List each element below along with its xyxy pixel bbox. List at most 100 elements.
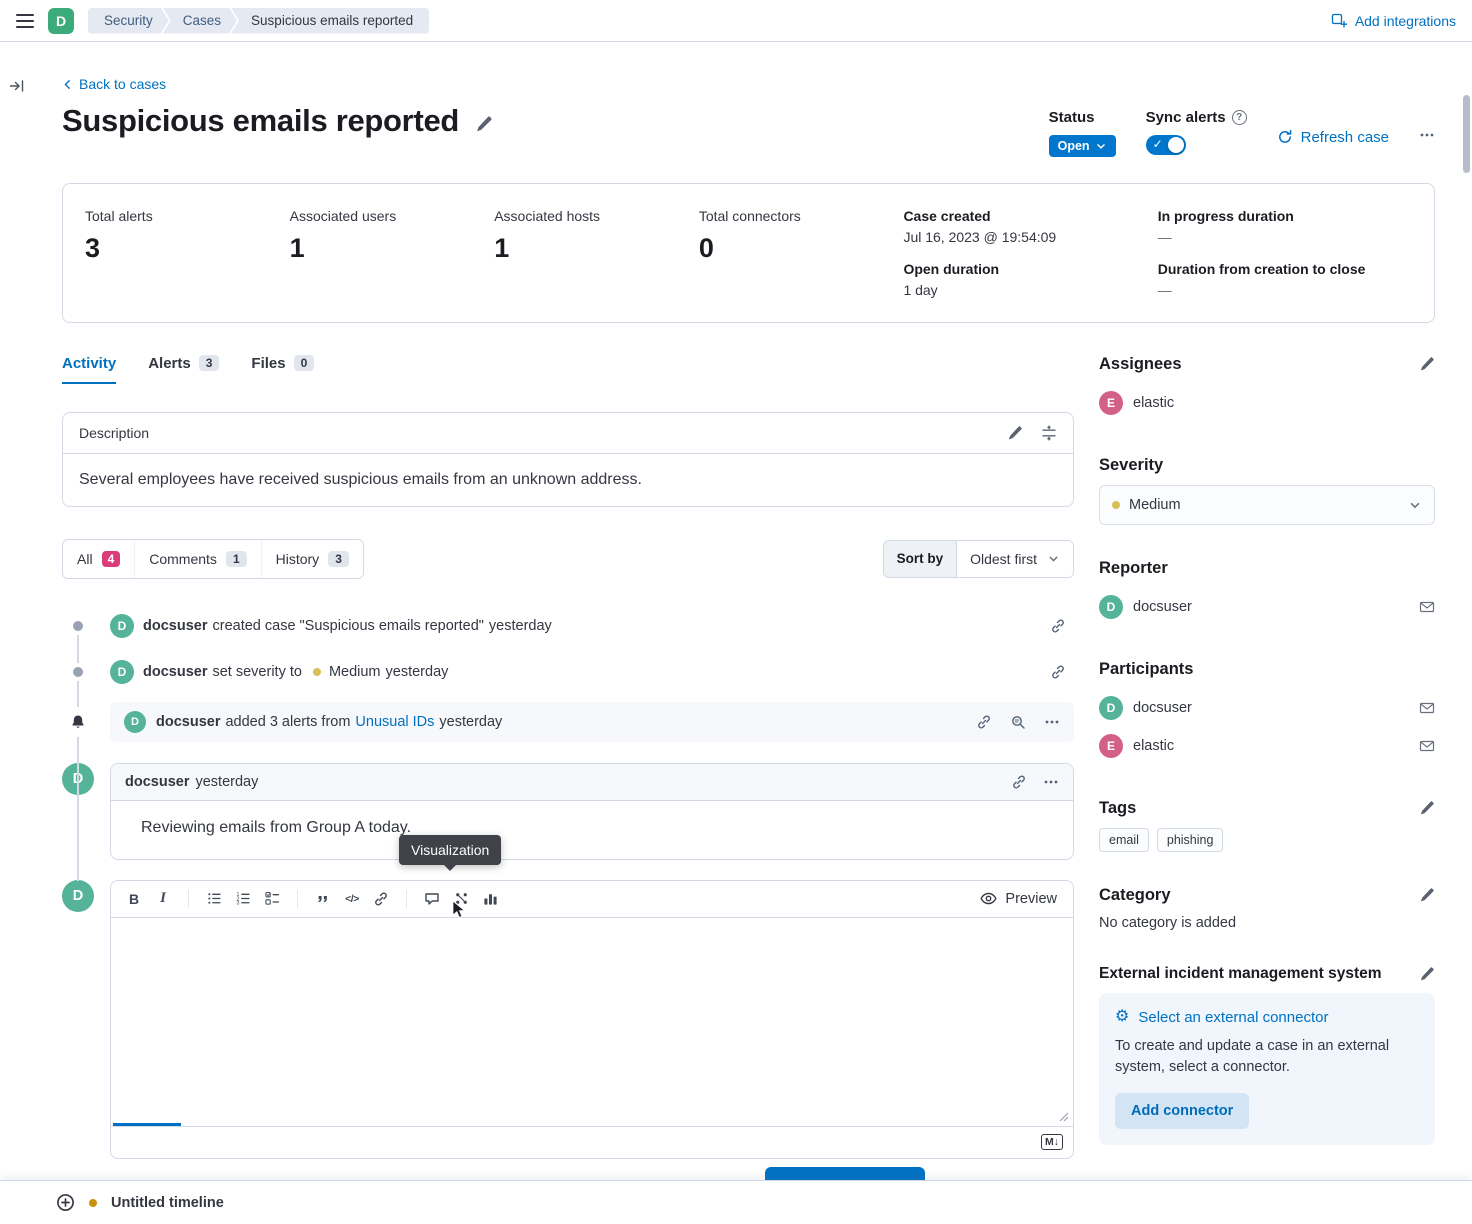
- expand-sidebar-icon[interactable]: [9, 78, 25, 1180]
- participant-row: D docsuser: [1099, 689, 1435, 727]
- copy-link-icon[interactable]: [976, 714, 992, 730]
- connector-panel: ⚙ Select an external connector To create…: [1099, 993, 1435, 1146]
- svg-text:3: 3: [236, 901, 239, 906]
- code-icon[interactable]: [339, 886, 365, 912]
- case-actions-menu-icon[interactable]: [1419, 127, 1435, 143]
- editor-toolbar: 123: [111, 881, 1073, 918]
- task-list-icon[interactable]: [259, 886, 285, 912]
- edit-tags-icon[interactable]: [1419, 800, 1435, 816]
- italic-icon[interactable]: [150, 886, 176, 912]
- tags-section: Tags email phishing: [1099, 799, 1435, 852]
- quote-icon[interactable]: [310, 886, 336, 912]
- investigate-in-timeline-icon[interactable]: [1010, 714, 1026, 730]
- edit-connector-icon[interactable]: [1419, 966, 1435, 982]
- sort-order-select[interactable]: Oldest first: [957, 541, 1073, 577]
- untitled-timeline-label[interactable]: Untitled timeline: [111, 1195, 224, 1211]
- space-avatar[interactable]: D: [48, 8, 74, 34]
- external-incident-title: External incident management system: [1099, 965, 1382, 983]
- stat-associated-hosts: Associated hosts 1: [494, 208, 699, 298]
- comment-input[interactable]: [111, 918, 1073, 1126]
- stat-total-alerts: Total alerts 3: [85, 208, 290, 298]
- insert-timeline-icon[interactable]: [419, 886, 445, 912]
- avatar: D: [110, 660, 134, 684]
- alert-actions-menu-icon[interactable]: [1044, 714, 1060, 730]
- severity-medium-dot: [313, 668, 321, 676]
- avatar: E: [1099, 391, 1123, 415]
- breadcrumb-cases[interactable]: Cases: [163, 8, 237, 34]
- severity-section: Severity Medium: [1099, 456, 1435, 525]
- description-title: Description: [79, 425, 149, 441]
- help-icon[interactable]: ?: [1232, 110, 1247, 125]
- envelope-icon[interactable]: [1419, 738, 1435, 754]
- case-summary-card: Total alerts 3 Associated users 1 Associ…: [62, 183, 1435, 323]
- copy-link-icon[interactable]: [1050, 618, 1066, 634]
- severity-select[interactable]: Medium: [1099, 485, 1435, 525]
- resize-handle-icon[interactable]: [1059, 1112, 1069, 1122]
- status-dropdown-button[interactable]: Open: [1049, 135, 1116, 157]
- tab-alerts[interactable]: Alerts 3: [148, 355, 219, 384]
- chevron-down-icon: [1408, 498, 1422, 512]
- filter-history-button[interactable]: History 3: [261, 540, 363, 578]
- ordered-list-icon[interactable]: 123: [230, 886, 256, 912]
- tab-files[interactable]: Files 0: [251, 355, 314, 384]
- connector-description: To create and update a case in an extern…: [1115, 1036, 1419, 1080]
- sync-alerts-block: Sync alerts ?: [1146, 109, 1247, 155]
- severity-title: Severity: [1099, 456, 1163, 475]
- activity-filter-group: All 4 Comments 1 History 3: [62, 539, 364, 579]
- add-connector-button[interactable]: Add connector: [1115, 1093, 1249, 1129]
- unordered-list-icon[interactable]: [201, 886, 227, 912]
- scrollbar-thumb[interactable]: [1463, 95, 1470, 173]
- breadcrumb-security[interactable]: Security: [88, 8, 169, 34]
- copy-link-icon[interactable]: [1050, 664, 1066, 680]
- add-integrations-icon: [1331, 13, 1347, 29]
- activity-timeline: D docsuser created case "Suspicious emai…: [62, 603, 1074, 1159]
- sort-control: Sort by Oldest first: [883, 540, 1074, 578]
- avatar: D: [62, 763, 94, 795]
- assignees-section: Assignees E elastic: [1099, 355, 1435, 422]
- fold-description-icon[interactable]: [1041, 425, 1057, 441]
- edit-category-icon[interactable]: [1419, 887, 1435, 903]
- edit-title-icon[interactable]: [475, 115, 493, 133]
- back-to-cases-link[interactable]: Back to cases: [62, 76, 166, 92]
- visualization-icon[interactable]: [477, 886, 503, 912]
- case-dates-column: Case created Jul 16, 2023 @ 19:54:09 Ope…: [903, 208, 1157, 298]
- avatar: D: [1099, 696, 1123, 720]
- copy-link-icon[interactable]: [1011, 774, 1027, 790]
- avatar: D: [1099, 595, 1123, 619]
- menu-hamburger-icon[interactable]: [16, 14, 34, 28]
- comment-actions-menu-icon[interactable]: [1043, 774, 1059, 790]
- category-empty-text: No category is added: [1099, 915, 1435, 931]
- stat-total-connectors: Total connectors 0: [699, 208, 904, 298]
- refresh-case-button[interactable]: Refresh case: [1277, 129, 1389, 146]
- filter-comments-button[interactable]: Comments 1: [134, 540, 260, 578]
- comments-count-badge: 1: [226, 551, 247, 567]
- add-integrations-label: Add integrations: [1355, 13, 1456, 29]
- event-dot-icon: [73, 621, 83, 631]
- files-count-badge: 0: [294, 355, 315, 371]
- filter-all-button[interactable]: All 4: [63, 540, 134, 578]
- sync-alerts-toggle[interactable]: [1146, 135, 1186, 155]
- description-body: Several employees have received suspicio…: [63, 453, 1073, 506]
- envelope-icon[interactable]: [1419, 700, 1435, 716]
- select-connector-link[interactable]: ⚙ Select an external connector: [1115, 1009, 1419, 1026]
- tab-activity[interactable]: Activity: [62, 355, 116, 384]
- bold-icon[interactable]: [121, 886, 147, 912]
- unusual-ids-link[interactable]: Unusual IDs: [355, 714, 434, 730]
- editor-drag-indicator: [113, 1123, 181, 1126]
- edit-description-icon[interactable]: [1007, 425, 1023, 441]
- preview-button[interactable]: Preview: [974, 889, 1063, 908]
- chevron-left-icon: [62, 79, 73, 90]
- participants-section: Participants D docsuser E elastic: [1099, 660, 1435, 765]
- participants-title: Participants: [1099, 660, 1193, 679]
- add-integrations-button[interactable]: Add integrations: [1331, 13, 1456, 29]
- reporter-title: Reporter: [1099, 559, 1168, 578]
- mouse-cursor: [451, 900, 468, 920]
- envelope-icon[interactable]: [1419, 599, 1435, 615]
- assignees-title: Assignees: [1099, 355, 1182, 374]
- add-timeline-icon[interactable]: [56, 1193, 75, 1212]
- link-icon[interactable]: [368, 886, 394, 912]
- all-count-badge: 4: [102, 551, 121, 567]
- edit-assignees-icon[interactable]: [1419, 356, 1435, 372]
- comment-body: Reviewing emails from Group A today.: [111, 801, 1073, 859]
- avatar: D: [62, 880, 94, 912]
